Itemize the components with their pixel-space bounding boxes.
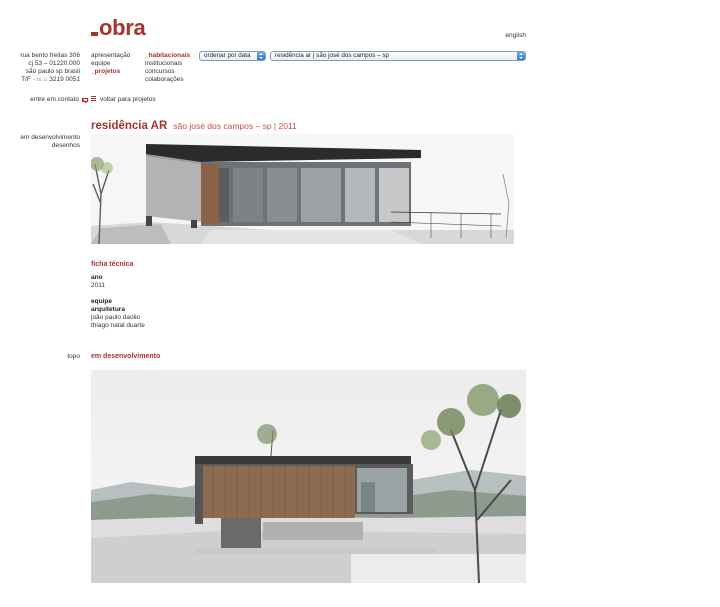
- order-select[interactable]: ordenar por data: [199, 51, 266, 61]
- ficha-arch-label: arquitetura: [91, 306, 125, 313]
- ficha-team-label: equipe: [91, 298, 112, 305]
- project-render-image: [91, 134, 514, 244]
- nav-concursos[interactable]: concursos: [145, 68, 190, 76]
- back-label: voltar para projetos: [100, 96, 156, 103]
- sub-nav: _habitacionais institucionais concursos …: [145, 52, 190, 84]
- ficha-tecnica-title: ficha técnica: [91, 261, 134, 268]
- section-title-em-desenvolvimento: em desenvolvimento: [91, 353, 161, 360]
- phone-number: 3219 0051: [49, 76, 80, 83]
- select-arrow-icon: [517, 52, 525, 60]
- logo[interactable]: obra: [91, 15, 146, 40]
- address-block: rua bento freitas 306 cj 53 – 01220.000 …: [0, 52, 80, 84]
- select-arrow-icon: [257, 52, 265, 60]
- ficha-tecnica: ano 2011 equipe arquitetura joão paulo d…: [91, 274, 145, 330]
- nav-colaboracoes[interactable]: colaborações: [145, 76, 190, 84]
- top-link[interactable]: topo: [0, 353, 80, 361]
- ficha-year-value: 2011: [91, 282, 105, 289]
- phone-prefix: T/F: [21, 76, 31, 83]
- project-select[interactable]: residência ar | são josé dos campos – sp: [270, 51, 526, 61]
- logo-underscore: [91, 32, 98, 36]
- nav-projetos[interactable]: _projetos: [91, 68, 130, 76]
- nav-apresentacao[interactable]: apresentação: [91, 52, 130, 60]
- phone: T/F + 55 11 3219 0051: [0, 76, 80, 84]
- project-development-image: [91, 370, 526, 583]
- address-line-3: são paulo sp brasil: [25, 68, 80, 75]
- back-to-projects-link[interactable]: voltar para projetos: [91, 96, 156, 104]
- ficha-year-label: ano: [91, 274, 103, 281]
- architect-name: thiago natal duarte: [91, 322, 145, 329]
- nav-habitacionais[interactable]: _habitacionais: [145, 52, 190, 60]
- phone-code: + 55 11: [32, 77, 48, 82]
- order-select-value: ordenar por data: [204, 52, 251, 59]
- english-link[interactable]: english: [505, 32, 526, 40]
- address-line-2: cj 53 – 01220.000: [28, 60, 80, 67]
- nav-institucionais[interactable]: institucionais: [145, 60, 190, 68]
- contact-label: entre em contato: [30, 96, 79, 103]
- main-nav: apresentação equipe _projetos: [91, 52, 130, 76]
- mail-icon: [82, 98, 88, 102]
- project-name: residência AR: [91, 120, 168, 132]
- list-icon: [91, 96, 96, 101]
- link-desenhos[interactable]: desenhos: [0, 142, 80, 150]
- project-location: são josé dos campos – sp | 2011: [173, 121, 297, 131]
- project-title: residência AR são josé dos campos – sp | …: [91, 119, 297, 133]
- logo-text: obra: [99, 15, 146, 40]
- address-line-1: rua bento freitas 306: [20, 52, 80, 59]
- project-select-value: residência ar | são josé dos campos – sp: [275, 52, 389, 59]
- side-links: em desenvolvimento desenhos: [0, 134, 80, 150]
- link-em-desenvolvimento[interactable]: em desenvolvimento: [0, 134, 80, 142]
- architect-name: joão paulo daolio: [91, 314, 141, 321]
- nav-equipe[interactable]: equipe: [91, 60, 130, 68]
